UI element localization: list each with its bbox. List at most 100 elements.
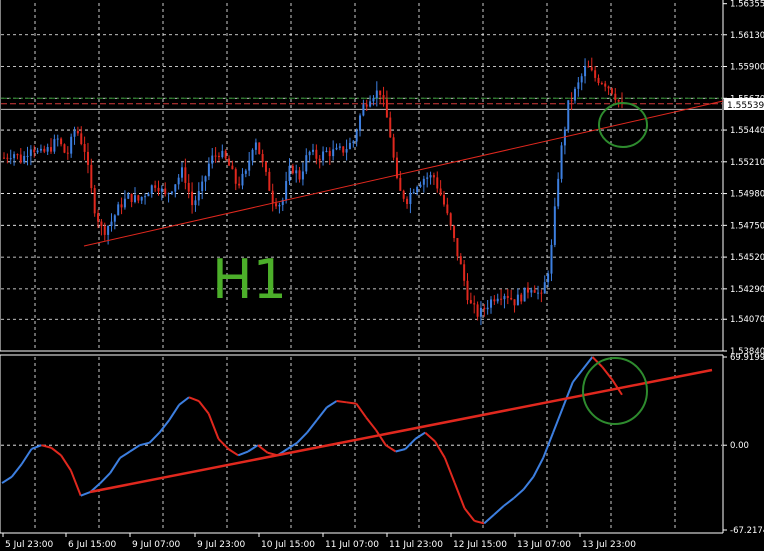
candle-body xyxy=(167,193,170,195)
candle-body xyxy=(429,175,432,178)
candle-body xyxy=(80,133,83,145)
candle-body xyxy=(328,150,331,157)
candle-body xyxy=(147,193,150,197)
candle-body xyxy=(56,138,59,140)
candle-body xyxy=(416,186,419,193)
candle-body xyxy=(66,152,69,154)
candle-body xyxy=(439,188,442,196)
candle-body xyxy=(325,150,328,152)
candle-body xyxy=(496,298,499,302)
candle-body xyxy=(73,130,76,137)
price-y-tick-label: 1.54980 xyxy=(730,190,764,200)
price-y-tick-label: 1.54070 xyxy=(730,315,764,325)
candle-body xyxy=(117,204,120,216)
candle-body xyxy=(228,158,231,166)
price-y-tick-label: 1.54520 xyxy=(730,253,764,263)
candle-body xyxy=(520,294,523,302)
candle-body xyxy=(160,188,163,192)
x-tick-label: 12 Jul 15:00 xyxy=(453,540,507,550)
candle-body xyxy=(76,130,79,134)
candle-body xyxy=(177,177,180,185)
candle-body xyxy=(140,196,143,201)
x-tick-label: 13 Jul 23:00 xyxy=(582,540,636,550)
candle-body xyxy=(221,150,224,158)
candle-body xyxy=(463,264,466,281)
candle-body xyxy=(476,304,479,317)
candle-body xyxy=(493,299,496,302)
candle-body xyxy=(365,104,368,107)
candle-body xyxy=(150,185,153,194)
candle-body xyxy=(490,299,493,308)
candle-body xyxy=(543,282,546,294)
candle-body xyxy=(271,190,274,204)
candle-body xyxy=(187,182,190,192)
candle-body xyxy=(305,155,308,172)
candle-body xyxy=(285,181,288,200)
price-y-tick-label: 1.55440 xyxy=(730,126,764,136)
x-tick-label: 10 Jul 15:00 xyxy=(261,540,315,550)
candle-body xyxy=(342,146,345,153)
candle-body xyxy=(362,104,365,116)
candle-body xyxy=(29,149,32,156)
price-y-tick-label: 1.55900 xyxy=(730,63,764,73)
candle-body xyxy=(406,198,409,204)
candle-body xyxy=(83,144,86,152)
candle-body xyxy=(375,90,378,99)
candle-body xyxy=(201,181,204,192)
oscillator-segment xyxy=(346,401,357,405)
candle-body xyxy=(500,298,503,300)
candle-body xyxy=(301,171,304,180)
candle-body xyxy=(600,83,603,85)
price-y-tick-label: 1.56130 xyxy=(730,31,764,41)
candle-body xyxy=(597,77,600,84)
candle-body xyxy=(537,292,540,294)
candle-body xyxy=(217,155,220,158)
candle-body xyxy=(577,82,580,89)
candle-body xyxy=(154,185,157,188)
candle-body xyxy=(43,148,46,152)
candle-body xyxy=(516,294,519,306)
candle-body xyxy=(184,167,187,183)
candle-body xyxy=(389,117,392,138)
candle-body xyxy=(254,142,257,150)
candle-body xyxy=(469,300,472,304)
candle-body xyxy=(53,139,56,152)
candle-body xyxy=(594,70,597,78)
candle-body xyxy=(231,165,234,170)
current-price-label: 1.55539 xyxy=(727,101,764,111)
candle-body xyxy=(369,101,372,107)
candle-body xyxy=(258,142,261,155)
candle-body xyxy=(224,150,227,159)
candle-body xyxy=(204,176,207,182)
candle-body xyxy=(211,155,214,164)
candle-body xyxy=(473,303,476,305)
candle-body xyxy=(483,307,486,310)
candle-body xyxy=(409,193,412,204)
candle-body xyxy=(604,83,607,87)
candle-body xyxy=(110,221,113,226)
candle-body xyxy=(36,150,39,153)
candle-body xyxy=(392,137,395,158)
candle-body xyxy=(33,149,36,153)
candle-body xyxy=(170,191,173,194)
timeframe-label: H1 xyxy=(212,248,287,311)
candle-body xyxy=(560,145,563,179)
candle-body xyxy=(251,149,254,161)
candle-body xyxy=(352,141,355,143)
candle-body xyxy=(3,157,5,159)
candle-body xyxy=(39,148,42,151)
candle-body xyxy=(567,100,570,130)
candle-body xyxy=(379,90,382,96)
candle-body xyxy=(523,287,526,302)
price-y-tick-label: 1.54750 xyxy=(730,221,764,231)
candle-body xyxy=(70,136,73,154)
candle-body xyxy=(191,191,194,206)
candle-body xyxy=(607,86,610,89)
candle-body xyxy=(332,149,335,157)
candle-body xyxy=(214,155,217,157)
candle-body xyxy=(137,195,140,201)
oscillator-segment xyxy=(336,400,347,404)
candle-body xyxy=(13,154,16,159)
indicator-y-tick-label: -67.2174 xyxy=(730,526,764,536)
candle-body xyxy=(133,195,136,202)
